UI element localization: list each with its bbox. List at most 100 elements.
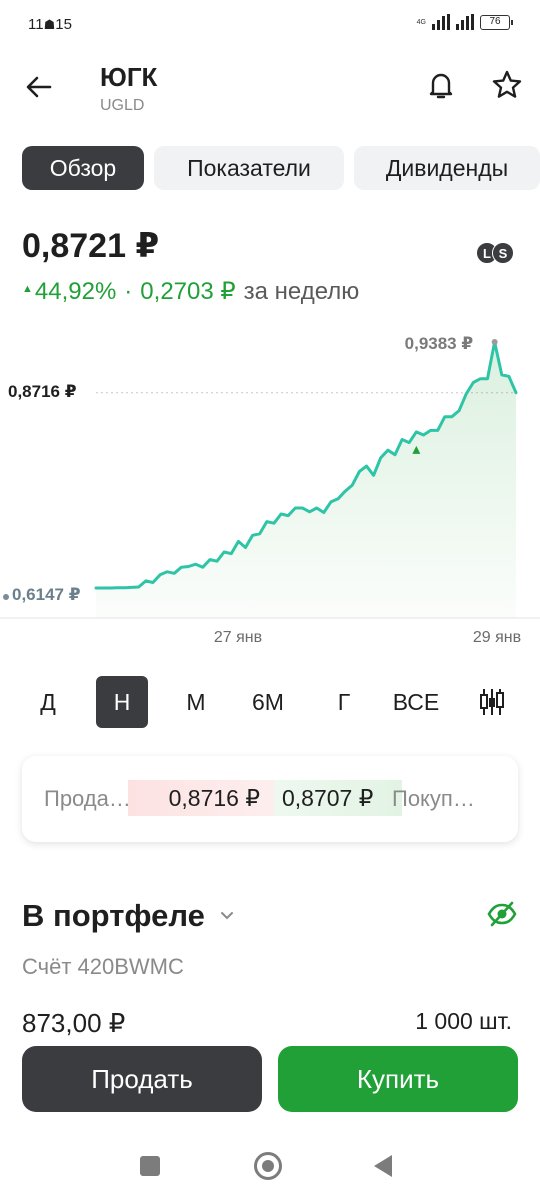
sell-price: 0,8716 ₽ bbox=[128, 780, 274, 816]
account-label: Счёт 420BWMC bbox=[22, 954, 184, 979]
favorite-button[interactable] bbox=[490, 68, 524, 102]
chart-point bbox=[344, 490, 346, 492]
x-label-27: 27 янв bbox=[214, 629, 262, 646]
period-year[interactable]: Г bbox=[324, 676, 364, 728]
chart-point bbox=[372, 474, 374, 476]
tab-overview[interactable]: Обзор bbox=[22, 146, 144, 190]
chart-point bbox=[237, 540, 239, 542]
sell-button[interactable]: Продать bbox=[22, 1046, 262, 1112]
chart-point bbox=[380, 457, 382, 459]
chart-point bbox=[138, 586, 140, 588]
chart-point bbox=[458, 409, 460, 411]
chart-point bbox=[301, 507, 303, 509]
change-separator: · bbox=[124, 277, 133, 305]
tab-metrics[interactable]: Показатели bbox=[154, 146, 344, 190]
period-6m[interactable]: 6М bbox=[240, 676, 296, 728]
chart-point bbox=[244, 546, 246, 548]
home-button[interactable] bbox=[254, 1152, 282, 1180]
eye-off-icon bbox=[487, 901, 517, 927]
chart-point bbox=[266, 520, 268, 522]
status-icons: 4G 76 bbox=[417, 14, 513, 30]
chart-point bbox=[515, 392, 517, 394]
chart-point bbox=[444, 416, 446, 418]
portfolio-header[interactable]: В портфеле bbox=[22, 898, 235, 934]
candlestick-icon bbox=[480, 689, 504, 715]
battery-icon: 76 bbox=[480, 14, 513, 30]
price-chart[interactable]: 27 янв 29 янв 0,9383 ₽ 0,8716 ₽ 0,6147 ₽ bbox=[0, 320, 540, 660]
chart-point bbox=[287, 514, 289, 516]
notifications-button[interactable] bbox=[424, 68, 458, 102]
x-label-29: 29 янв bbox=[473, 629, 521, 646]
chart-point bbox=[501, 374, 503, 376]
sell-label: Прода… bbox=[44, 786, 131, 811]
chart-point bbox=[102, 587, 104, 589]
tab-bar: Обзор Показатели Дивиденды bbox=[22, 146, 540, 190]
chart-point bbox=[429, 429, 431, 431]
change-percent: 44,92% bbox=[34, 277, 117, 305]
buy-button[interactable]: Купить bbox=[278, 1046, 518, 1112]
min-price-label: 0,6147 ₽ bbox=[12, 585, 81, 604]
system-back-button[interactable] bbox=[374, 1155, 392, 1177]
chart-point bbox=[294, 507, 296, 509]
chart-point bbox=[394, 454, 396, 456]
chart-point bbox=[230, 552, 232, 554]
bell-icon bbox=[429, 73, 453, 99]
chart-point bbox=[273, 522, 275, 524]
chart-point bbox=[387, 449, 389, 451]
chart-point bbox=[202, 566, 204, 568]
tab-dividends[interactable]: Дивиденды bbox=[354, 146, 540, 190]
max-point bbox=[491, 339, 498, 345]
buy-price: 0,8707 ₽ bbox=[274, 780, 402, 816]
recents-button[interactable] bbox=[140, 1156, 160, 1176]
price-change: ▲ 44,92% · 0,2703 ₽ за неделю bbox=[22, 277, 359, 306]
chart-point bbox=[436, 429, 438, 431]
chart-point bbox=[479, 378, 481, 380]
chart-point bbox=[173, 572, 175, 574]
chart-point bbox=[130, 586, 132, 588]
network-label: 4G bbox=[416, 18, 426, 26]
buy-label: Покуп… bbox=[392, 786, 475, 811]
period-month[interactable]: М bbox=[176, 676, 216, 728]
triangle-up-icon: ▲ bbox=[22, 282, 33, 295]
header: ЮГК UGLD bbox=[0, 56, 540, 126]
network-icon: 4G bbox=[417, 19, 426, 26]
chart-point bbox=[486, 378, 488, 380]
chart-point bbox=[422, 434, 424, 436]
signal-icon bbox=[432, 14, 450, 30]
arrow-left-icon bbox=[26, 76, 52, 98]
chart-point bbox=[194, 563, 196, 565]
chart-point bbox=[323, 511, 325, 513]
current-price: 0,8721 ₽ bbox=[22, 227, 160, 265]
portfolio-quantity: 1 000 шт. bbox=[415, 1008, 512, 1034]
battery-level: 76 bbox=[489, 15, 501, 27]
chart-point bbox=[216, 560, 218, 562]
chart-point bbox=[159, 574, 161, 576]
page-title: ЮГК bbox=[100, 62, 158, 92]
back-button[interactable] bbox=[22, 70, 56, 104]
price-chart-svg: 27 янв 29 янв bbox=[0, 339, 540, 646]
chart-point bbox=[358, 470, 360, 472]
chart-point bbox=[223, 551, 225, 553]
chart-point bbox=[116, 587, 118, 589]
chart-point bbox=[152, 581, 154, 583]
period-all[interactable]: ВСЕ bbox=[386, 676, 446, 728]
candles-toggle[interactable] bbox=[472, 676, 512, 728]
hide-balance-button[interactable] bbox=[486, 898, 518, 930]
chart-point bbox=[465, 393, 467, 395]
orderbook-card[interactable]: Прода… 0,8716 ₽ 0,8707 ₽ Покуп… bbox=[22, 756, 518, 842]
ls-badges: L S bbox=[476, 242, 514, 264]
period-day[interactable]: Д bbox=[28, 676, 68, 728]
chart-point bbox=[251, 534, 253, 536]
system-nav-bar bbox=[0, 1140, 540, 1200]
status-time-text: 11 bbox=[28, 16, 44, 33]
chevron-down-icon bbox=[220, 912, 233, 920]
chart-point bbox=[180, 566, 182, 568]
chart-point bbox=[308, 511, 310, 513]
min-point bbox=[3, 594, 9, 600]
star-icon bbox=[492, 70, 522, 98]
change-period: за неделю bbox=[243, 277, 360, 305]
change-value: 0,2703 ₽ bbox=[140, 278, 236, 305]
period-week[interactable]: Н bbox=[96, 676, 148, 728]
chart-point bbox=[451, 416, 453, 418]
chart-point bbox=[95, 587, 97, 589]
